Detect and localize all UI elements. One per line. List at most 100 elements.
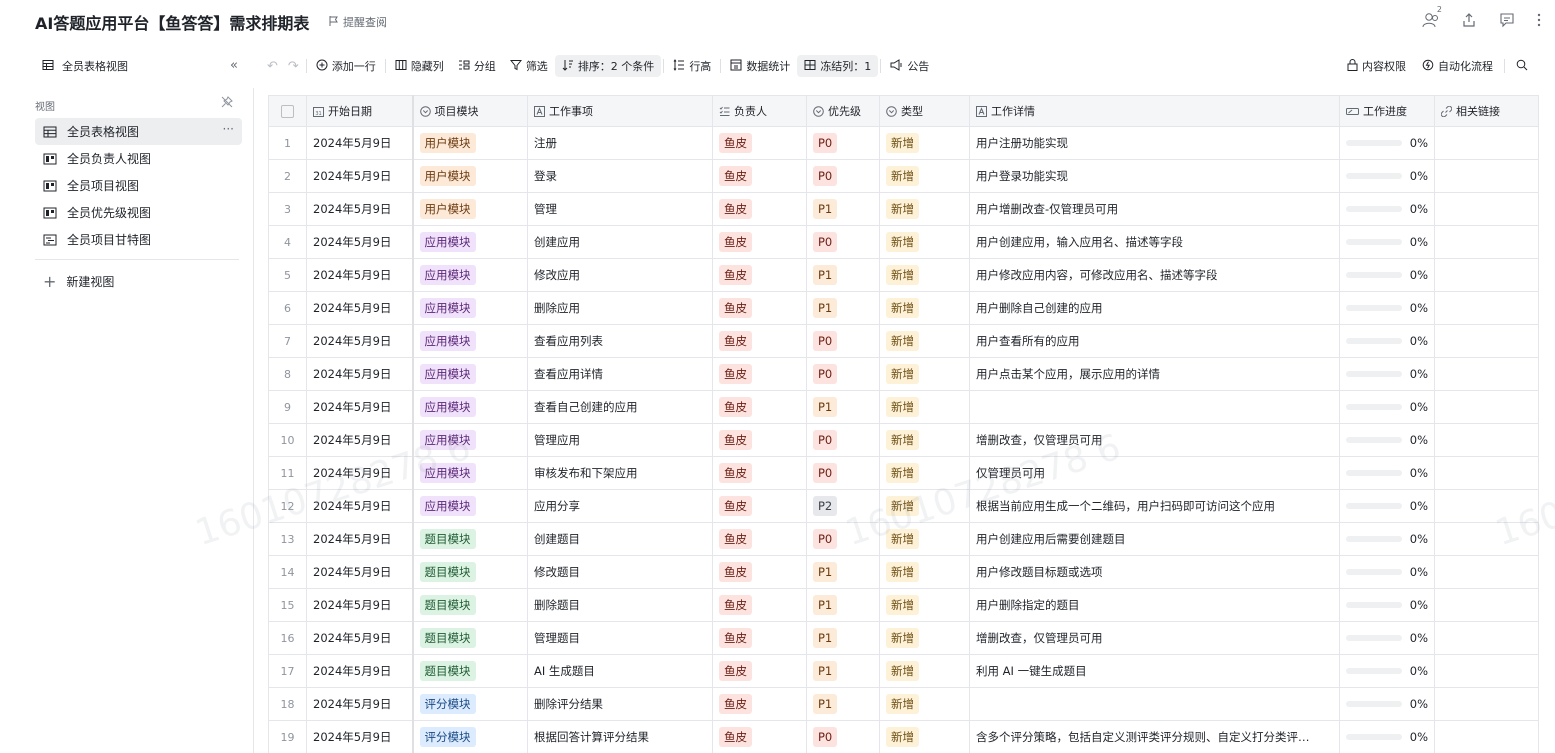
more-vertical-icon[interactable]: [1535, 10, 1543, 30]
row-height-button[interactable]: 行高: [666, 55, 718, 77]
sidebar-view-item[interactable]: 全员负责人视图: [35, 145, 242, 172]
priority-cell[interactable]: P0: [806, 423, 880, 457]
detail-cell[interactable]: 用户删除自己创建的应用: [969, 291, 1340, 325]
start-date-cell[interactable]: 2024年5月9日: [306, 687, 414, 721]
module-cell[interactable]: 应用模块: [412, 324, 528, 358]
link-cell[interactable]: [1434, 126, 1539, 160]
table-row[interactable]: 13 2024年5月9日 题目模块 创建题目 鱼皮 P0 新增 用户创建应用后需要创建题目 0%: [268, 522, 1539, 556]
column-header[interactable]: 类型: [879, 95, 970, 127]
row-number[interactable]: 3: [268, 192, 307, 226]
start-date-cell[interactable]: 2024年5月9日: [306, 423, 414, 457]
priority-cell[interactable]: P0: [806, 126, 880, 160]
type-cell[interactable]: 新增: [879, 555, 970, 589]
select-all-cell[interactable]: [268, 95, 307, 127]
priority-cell[interactable]: P1: [806, 291, 880, 325]
progress-cell[interactable]: 0%: [1339, 192, 1435, 226]
type-cell[interactable]: 新增: [879, 489, 970, 523]
link-cell[interactable]: [1434, 456, 1539, 490]
start-date-cell[interactable]: 2024年5月9日: [306, 390, 414, 424]
progress-cell[interactable]: 0%: [1339, 324, 1435, 358]
type-cell[interactable]: 新增: [879, 225, 970, 259]
permission-button[interactable]: 内容权限: [1340, 55, 1413, 77]
priority-cell[interactable]: P0: [806, 225, 880, 259]
module-cell[interactable]: 用户模块: [412, 159, 528, 193]
row-number[interactable]: 2: [268, 159, 307, 193]
start-date-cell[interactable]: 2024年5月9日: [306, 291, 414, 325]
owner-cell[interactable]: 鱼皮: [712, 522, 807, 556]
column-header[interactable]: 负责人: [712, 95, 807, 127]
stats-button[interactable]: 数据统计: [723, 55, 797, 77]
column-header[interactable]: 优先级: [806, 95, 880, 127]
table-row[interactable]: 5 2024年5月9日 应用模块 修改应用 鱼皮 P1 新增 用户修改应用内容，可修改应用名、…: [268, 258, 1539, 292]
column-header[interactable]: 项目模块: [412, 95, 528, 127]
priority-cell[interactable]: P0: [806, 456, 880, 490]
detail-cell[interactable]: 增删改查，仅管理员可用: [969, 621, 1340, 655]
freeze-columns-button[interactable]: 冻结列：1: [797, 55, 879, 77]
start-date-cell[interactable]: 2024年5月9日: [306, 522, 414, 556]
sidebar-view-item[interactable]: 全员表格视图 ···: [35, 118, 242, 145]
task-cell[interactable]: 创建应用: [527, 225, 713, 259]
table-row[interactable]: 14 2024年5月9日 题目模块 修改题目 鱼皮 P1 新增 用户修改题目标题或选项 0%: [268, 555, 1539, 589]
collaborators-icon[interactable]: 2: [1421, 5, 1442, 30]
module-cell[interactable]: 题目模块: [412, 522, 528, 556]
start-date-cell[interactable]: 2024年5月9日: [306, 621, 414, 655]
row-number[interactable]: 8: [268, 357, 307, 391]
task-cell[interactable]: 修改题目: [527, 555, 713, 589]
table-row[interactable]: 19 2024年5月9日 评分模块 根据回答计算评分结果 鱼皮 P0 新增 含多个评分策略，包…: [268, 720, 1539, 753]
select-all-checkbox[interactable]: [281, 104, 294, 118]
start-date-cell[interactable]: 2024年5月9日: [306, 324, 414, 358]
detail-cell[interactable]: 根据当前应用生成一个二维码，用户扫码即可访问这个应用: [969, 489, 1340, 523]
detail-cell[interactable]: 用户查看所有的应用: [969, 324, 1340, 358]
link-cell[interactable]: [1434, 357, 1539, 391]
priority-cell[interactable]: P1: [806, 621, 880, 655]
start-date-cell[interactable]: 2024年5月9日: [306, 588, 414, 622]
type-cell[interactable]: 新增: [879, 588, 970, 622]
priority-cell[interactable]: P1: [806, 588, 880, 622]
row-number[interactable]: 14: [268, 555, 307, 589]
progress-cell[interactable]: 0%: [1339, 588, 1435, 622]
type-cell[interactable]: 新增: [879, 456, 970, 490]
detail-cell[interactable]: 利用 AI 一键生成题目: [969, 654, 1340, 688]
table-row[interactable]: 6 2024年5月9日 应用模块 删除应用 鱼皮 P1 新增 用户删除自己创建的应用 0%: [268, 291, 1539, 325]
remind-button[interactable]: 提醒查阅: [328, 14, 387, 30]
task-cell[interactable]: 删除应用: [527, 291, 713, 325]
group-button[interactable]: 分组: [451, 55, 503, 77]
priority-cell[interactable]: P1: [806, 687, 880, 721]
start-date-cell[interactable]: 2024年5月9日: [306, 258, 414, 292]
table-row[interactable]: 12 2024年5月9日 应用模块 应用分享 鱼皮 P2 新增 根据当前应用生成一个二维码，用…: [268, 489, 1539, 523]
owner-cell[interactable]: 鱼皮: [712, 225, 807, 259]
add-row-button[interactable]: 添加一行: [309, 55, 383, 77]
row-number[interactable]: 5: [268, 258, 307, 292]
column-header[interactable]: 工作进度: [1339, 95, 1435, 127]
comment-icon[interactable]: [1497, 10, 1517, 30]
progress-cell[interactable]: 0%: [1339, 555, 1435, 589]
table-row[interactable]: 3 2024年5月9日 用户模块 管理 鱼皮 P1 新增 用户增删改查-仅管理员可用 0%: [268, 192, 1539, 226]
task-cell[interactable]: 创建题目: [527, 522, 713, 556]
progress-cell[interactable]: 0%: [1339, 357, 1435, 391]
type-cell[interactable]: 新增: [879, 291, 970, 325]
start-date-cell[interactable]: 2024年5月9日: [306, 489, 414, 523]
owner-cell[interactable]: 鱼皮: [712, 258, 807, 292]
module-cell[interactable]: 应用模块: [412, 258, 528, 292]
progress-cell[interactable]: 0%: [1339, 687, 1435, 721]
owner-cell[interactable]: 鱼皮: [712, 621, 807, 655]
row-number[interactable]: 13: [268, 522, 307, 556]
row-number[interactable]: 6: [268, 291, 307, 325]
module-cell[interactable]: 应用模块: [412, 456, 528, 490]
module-cell[interactable]: 题目模块: [412, 621, 528, 655]
owner-cell[interactable]: 鱼皮: [712, 390, 807, 424]
owner-cell[interactable]: 鱼皮: [712, 720, 807, 753]
module-cell[interactable]: 应用模块: [412, 423, 528, 457]
type-cell[interactable]: 新增: [879, 357, 970, 391]
detail-cell[interactable]: 用户点击某个应用，展示应用的详情: [969, 357, 1340, 391]
detail-cell[interactable]: 用户创建应用后需要创建题目: [969, 522, 1340, 556]
task-cell[interactable]: 根据回答计算评分结果: [527, 720, 713, 753]
sidebar-view-item[interactable]: 全员项目甘特图: [35, 226, 242, 253]
type-cell[interactable]: 新增: [879, 324, 970, 358]
collapse-sidebar-icon[interactable]: «: [230, 58, 238, 73]
detail-cell[interactable]: 用户登录功能实现: [969, 159, 1340, 193]
more-horizontal-icon[interactable]: ···: [223, 122, 234, 136]
start-date-cell[interactable]: 2024年5月9日: [306, 456, 414, 490]
owner-cell[interactable]: 鱼皮: [712, 489, 807, 523]
start-date-cell[interactable]: 2024年5月9日: [306, 225, 414, 259]
